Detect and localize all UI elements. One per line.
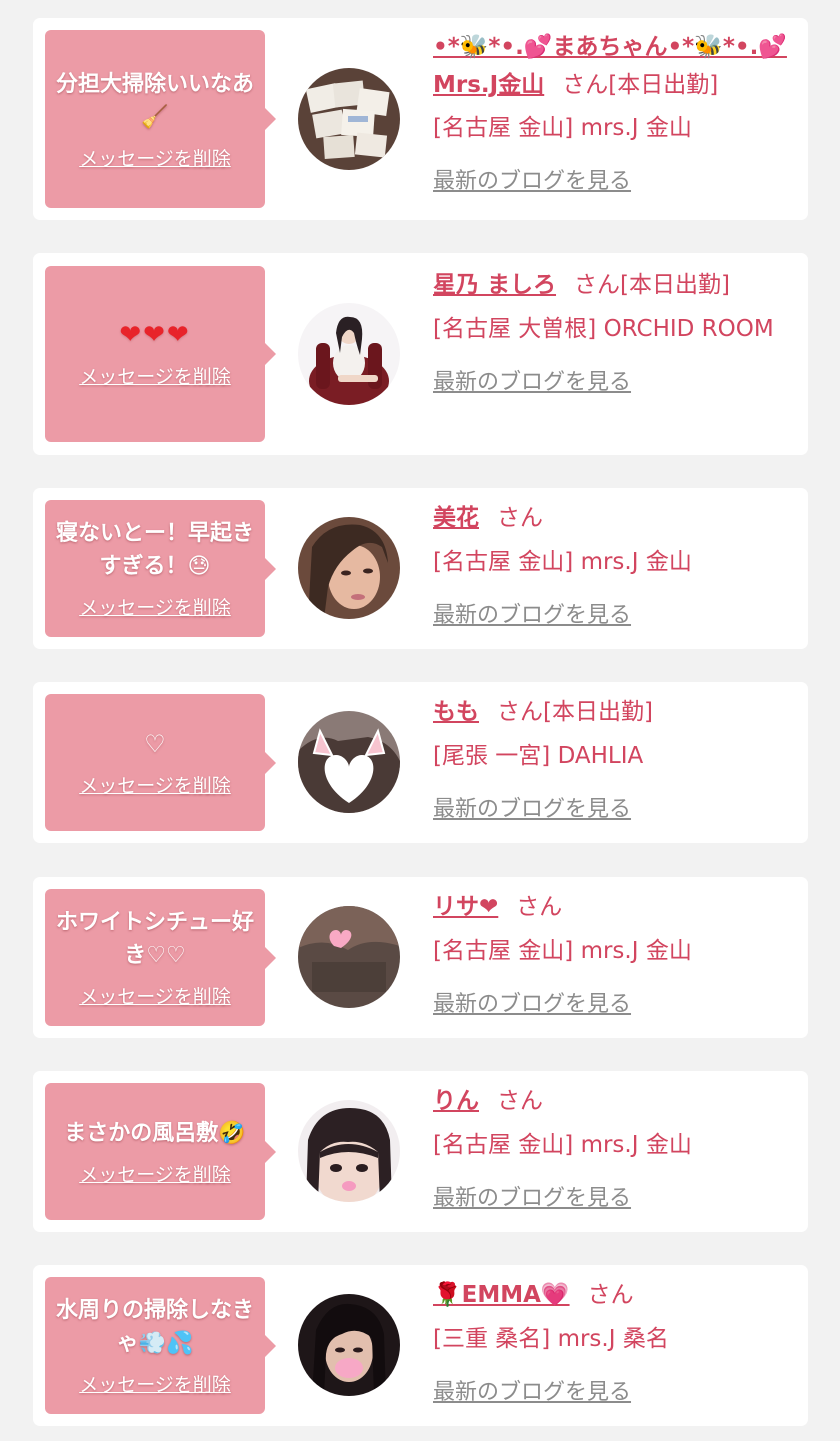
avatar[interactable]	[298, 68, 400, 170]
cat-ears-heart-photo-icon	[298, 711, 400, 813]
message-text: 寝ないとー！早起きすぎる！😓	[55, 521, 254, 579]
message-text: ♡	[144, 729, 166, 758]
latest-blog-link[interactable]: 最新のブログを見る	[433, 363, 631, 403]
girl-name-link[interactable]: 🌹EMMA💗	[433, 1282, 570, 1308]
name-row: リサ❤ さん	[433, 887, 798, 927]
girl-info: 美花 さん [名古屋 金山] mrs.J 金山 最新のブログを見る	[433, 498, 798, 636]
girl-info: リサ❤ さん [名古屋 金山] mrs.J 金山 最新のブログを見る	[433, 887, 798, 1025]
name-suffix: さん	[497, 1088, 543, 1114]
woman-on-red-chair-photo-icon	[298, 303, 400, 405]
girl-info: 🌹EMMA💗 さん [三重 桑名] mrs.J 桑名 最新のブログを見る	[433, 1275, 798, 1413]
girl-name-link[interactable]: りん	[433, 1088, 479, 1114]
delete-message-link[interactable]: メッセージを削除	[79, 144, 231, 171]
shop-label: [名古屋 金山] mrs.J 金山	[433, 549, 692, 575]
lisa-name-photo-icon	[298, 906, 400, 1008]
shop-label: [尾張 一宮] DAHLIA	[433, 743, 644, 769]
emma-portrait-photo-icon	[298, 1294, 400, 1396]
avatar[interactable]	[298, 1294, 400, 1396]
delete-message-link[interactable]: メッセージを削除	[79, 771, 231, 798]
name-suffix: さん	[587, 1282, 634, 1308]
delete-message-link[interactable]: メッセージを削除	[79, 1160, 231, 1187]
favorite-card: 寝ないとー！早起きすぎる！😓 メッセージを削除 美花 さん [名古屋 金山] mr…	[33, 488, 808, 649]
message-bubble: ホワイトシチュー好き♡♡ メッセージを削除	[45, 889, 276, 1026]
delete-message-link[interactable]: メッセージを削除	[79, 593, 231, 620]
message-text: ホワイトシチュー好き♡♡	[55, 910, 254, 968]
name-row: りん さん	[433, 1081, 798, 1121]
name-row: 星乃 ましろ さん[本日出勤]	[433, 265, 798, 305]
girl-info: •*🐝*•.💕まあちゃん•*🐝*•.💕Mrs.J金山 さん[本日出勤] [名古屋 …	[433, 28, 798, 202]
message-bubble: 水周りの掃除しなきゃ💨💦 メッセージを削除	[45, 1277, 276, 1414]
name-row: •*🐝*•.💕まあちゃん•*🐝*•.💕Mrs.J金山 さん[本日出勤]	[433, 28, 798, 104]
message-text: 水周りの掃除しなきゃ💨💦	[55, 1298, 254, 1356]
name-row: もも さん[本日出勤]	[433, 692, 798, 732]
bangs-face-photo-icon	[298, 1100, 400, 1202]
favorite-card: まさかの風呂敷🤣 メッセージを削除 りん さん [名古屋 金山] mrs.J 金山…	[33, 1071, 808, 1232]
avatar[interactable]	[298, 906, 400, 1008]
shop-label: [三重 桑名] mrs.J 桑名	[433, 1326, 669, 1352]
name-suffix: さん	[516, 894, 563, 920]
avatar[interactable]	[298, 303, 400, 405]
delete-message-link[interactable]: メッセージを削除	[79, 982, 231, 1009]
shop-label: [名古屋 金山] mrs.J 金山	[433, 1132, 692, 1158]
latest-blog-link[interactable]: 最新のブログを見る	[433, 1373, 631, 1413]
girl-name-link[interactable]: 星乃 ましろ	[433, 272, 556, 298]
favorite-card: ♡ メッセージを削除 もも さん[本日出勤] [尾張 一宮] DAHLIA 最新の…	[33, 682, 808, 843]
girl-name-link[interactable]: もも	[433, 699, 479, 725]
name-row: 🌹EMMA💗 さん	[433, 1275, 798, 1315]
shop-label: [名古屋 金山] mrs.J 金山	[433, 938, 692, 964]
girl-name-link[interactable]: 美花	[433, 505, 479, 531]
avatar[interactable]	[298, 1100, 400, 1202]
message-text: ❤❤❤	[119, 320, 191, 350]
favorite-card: 水周りの掃除しなきゃ💨💦 メッセージを削除 🌹EMMA💗 さん [三重 桑名] m…	[33, 1265, 808, 1426]
name-suffix: さん[本日出勤]	[562, 72, 719, 98]
message-bubble: まさかの風呂敷🤣 メッセージを削除	[45, 1083, 276, 1220]
girl-info: もも さん[本日出勤] [尾張 一宮] DAHLIA 最新のブログを見る	[433, 692, 798, 830]
favorite-card: ホワイトシチュー好き♡♡ メッセージを削除 リサ❤ さん [名古屋 金山] mrs…	[33, 877, 808, 1038]
name-suffix: さん[本日出勤]	[574, 272, 730, 298]
name-row: 美花 さん	[433, 498, 798, 538]
girl-info: りん さん [名古屋 金山] mrs.J 金山 最新のブログを見る	[433, 1081, 798, 1219]
name-suffix: さん[本日出勤]	[497, 699, 653, 725]
girl-info: 星乃 ましろ さん[本日出勤] [名古屋 大曽根] ORCHID ROOM 最新の…	[433, 265, 798, 403]
message-text: まさかの風呂敷🤣	[64, 1120, 246, 1146]
favorite-list: 分担大掃除いいなあ🧹 メッセージを削除 •*🐝*•.💕まあちゃん•*🐝*•.💕M…	[0, 0, 840, 1441]
latest-blog-link[interactable]: 最新のブログを見る	[433, 162, 631, 202]
shop-label: [名古屋 大曽根] ORCHID ROOM	[433, 316, 774, 342]
favorite-card: 分担大掃除いいなあ🧹 メッセージを削除 •*🐝*•.💕まあちゃん•*🐝*•.💕M…	[33, 18, 808, 220]
shop-label: [名古屋 金山] mrs.J 金山	[433, 115, 692, 141]
avatar[interactable]	[298, 517, 400, 619]
favorite-card: ❤❤❤ メッセージを削除 星乃 ましろ さん[本日出勤] [名古屋 大曽根] OR…	[33, 253, 808, 455]
memo-cards-photo-icon	[298, 68, 400, 170]
message-bubble: 寝ないとー！早起きすぎる！😓 メッセージを削除	[45, 500, 276, 637]
delete-message-link[interactable]: メッセージを削除	[79, 1370, 231, 1397]
message-bubble: ♡ メッセージを削除	[45, 694, 276, 831]
message-bubble: ❤❤❤ メッセージを削除	[45, 266, 276, 442]
woman-portrait-photo-icon	[298, 517, 400, 619]
message-text: 分担大掃除いいなあ🧹	[55, 71, 254, 130]
avatar[interactable]	[298, 711, 400, 813]
latest-blog-link[interactable]: 最新のブログを見る	[433, 596, 631, 636]
latest-blog-link[interactable]: 最新のブログを見る	[433, 1179, 631, 1219]
delete-message-link[interactable]: メッセージを削除	[79, 362, 231, 389]
name-suffix: さん	[497, 505, 543, 531]
latest-blog-link[interactable]: 最新のブログを見る	[433, 985, 631, 1025]
latest-blog-link[interactable]: 最新のブログを見る	[433, 790, 631, 830]
message-bubble: 分担大掃除いいなあ🧹 メッセージを削除	[45, 30, 276, 208]
girl-name-link[interactable]: リサ❤	[433, 894, 498, 920]
